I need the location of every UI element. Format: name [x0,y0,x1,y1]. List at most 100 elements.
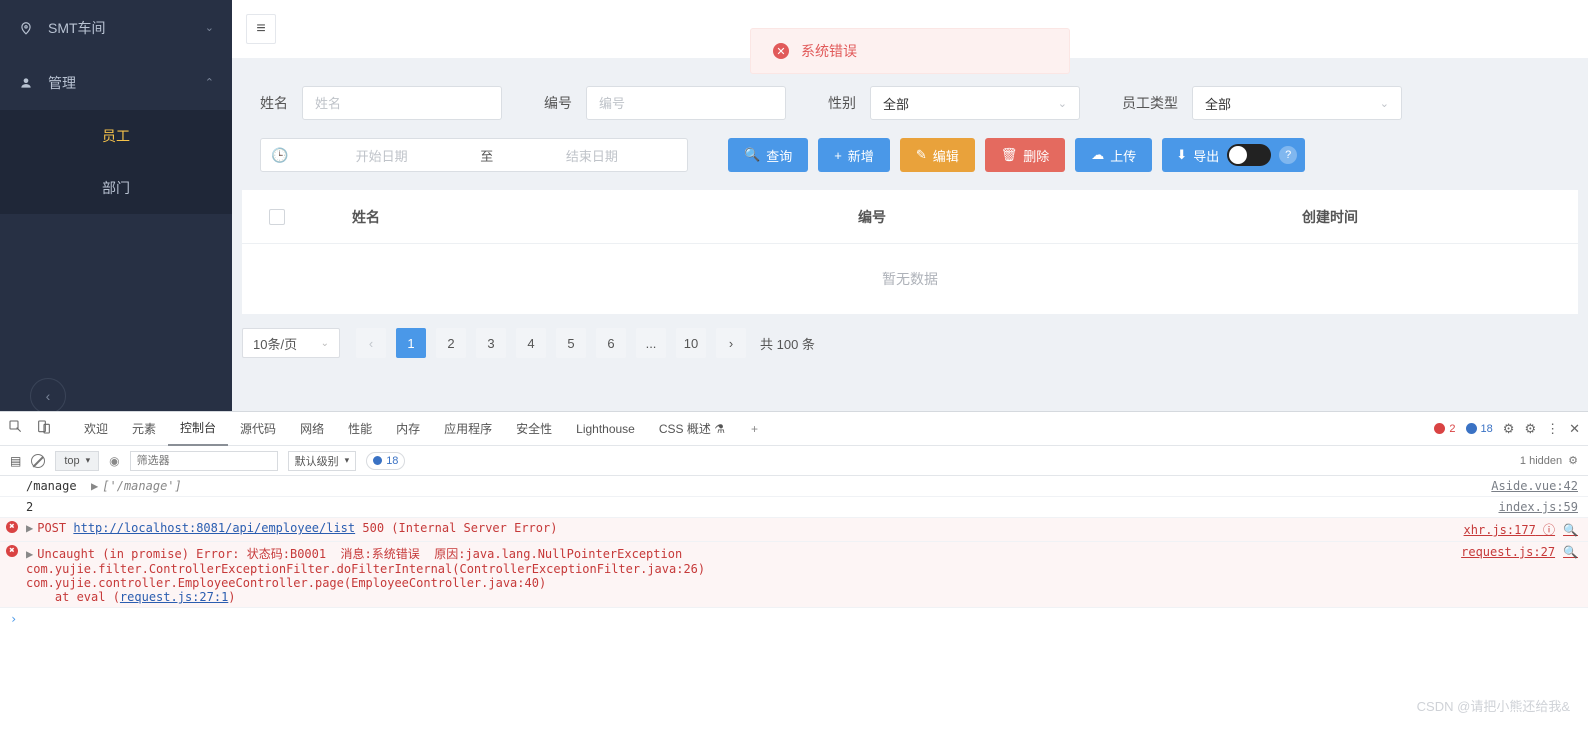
sidebar-item-employee[interactable]: 员工 [0,110,232,162]
user-icon [18,75,34,91]
device-toggle-icon[interactable] [36,419,52,438]
stack-link[interactable]: request.js:27:1 [120,590,228,604]
filter-code: 编号 [544,86,786,120]
console-hidden-count[interactable]: 1 hidden ⚙ [1520,454,1578,467]
export-button[interactable]: ⬇ 导出 ? [1162,138,1305,172]
filter-gender: 性别 全部 ⌄ [828,86,1080,120]
emp-type-select[interactable]: 全部 ⌄ [1192,86,1402,120]
tab-security[interactable]: 安全性 [504,412,564,446]
page-5[interactable]: 5 [556,328,586,358]
devtools-gear-icon[interactable]: ⚙ [1524,421,1536,437]
pagination: 10条/页 ⌄ ‹ 1 2 3 4 5 6 ... 10 › 共 100 条 [242,328,1578,358]
devtools-tabbar: 欢迎 元素 控制台 源代码 网络 性能 内存 应用程序 安全性 Lighthou… [0,412,1588,446]
log-source-link[interactable]: xhr.js:177 ⓘ🔍 [1444,521,1578,538]
sidebar-group-manage[interactable]: 管理 ⌃ [0,55,232,110]
page-next[interactable]: › [716,328,746,358]
help-icon[interactable]: ? [1279,146,1297,164]
log-source-link[interactable]: Aside.vue:42 [1471,479,1578,493]
console-sidebar-toggle[interactable]: ▤ [10,454,21,468]
sidebar-group-smt[interactable]: SMT车间 ⌄ [0,0,232,55]
download-icon: ⬇ [1176,147,1187,163]
error-icon: ✕ [773,43,789,59]
expand-arrow-icon[interactable]: ▶ [26,521,33,535]
chevron-down-icon: ⌄ [205,21,214,34]
error-count-pill[interactable]: 2 [1434,420,1455,438]
tab-css-overview[interactable]: CSS 概述 ⚗ [647,412,737,446]
devtools-close-icon[interactable]: ✕ [1569,421,1580,437]
sidebar-group-label: SMT车间 [48,18,106,38]
console-prompt[interactable]: › [0,608,1588,630]
log-row: 2 index.js:59 [0,497,1588,518]
name-input[interactable] [302,86,502,120]
tab-welcome[interactable]: 欢迎 [72,412,120,446]
main-panel: ≡ ✕ 系统错误 姓名 编号 性别 全部 ⌄ 员工类型 [232,0,1588,411]
tab-console[interactable]: 控制台 [168,412,228,446]
devtools-panel: 欢迎 元素 控制台 源代码 网络 性能 内存 应用程序 安全性 Lighthou… [0,411,1588,731]
tab-network[interactable]: 网络 [288,412,336,446]
sidebar-item-department[interactable]: 部门 [0,162,232,214]
tab-performance[interactable]: 性能 [336,412,384,446]
export-toggle[interactable] [1227,144,1271,166]
gender-select[interactable]: 全部 ⌄ [870,86,1080,120]
console-filter-input[interactable] [130,451,278,471]
hamburger-button[interactable]: ≡ [246,14,276,44]
delete-button[interactable]: 🗑删除 [985,138,1066,172]
devtools-settings-icon[interactable]: ⚙ [1503,421,1515,437]
search-icon: 🔍 [744,147,760,163]
tab-elements[interactable]: 元素 [120,412,168,446]
checkbox-all[interactable] [242,209,312,225]
log-source-link[interactable]: index.js:59 [1479,500,1578,514]
devtools-more-icon[interactable]: ⋮ [1546,421,1559,437]
select-element-icon[interactable] [8,419,24,438]
tab-application[interactable]: 应用程序 [432,412,504,446]
console-level-select[interactable]: 默认级别 [288,451,357,471]
tab-memory[interactable]: 内存 [384,412,432,446]
log-row: /manage ▶['/manage'] Aside.vue:42 [0,476,1588,497]
more-tabs-button[interactable]: + [751,422,758,436]
console-clear-icon[interactable] [31,454,45,468]
page-size-select[interactable]: 10条/页 ⌄ [242,328,340,358]
devtools-right: 2 18 ⚙ ⚙ ⋮ ✕ [1434,420,1580,438]
code-input[interactable] [586,86,786,120]
page-ellipsis[interactable]: ... [636,328,666,358]
magnify-icon[interactable]: 🔍 [1563,523,1578,537]
page-2[interactable]: 2 [436,328,466,358]
upload-button[interactable]: ☁上传 [1075,138,1152,172]
info-count-pill[interactable]: 18 [1466,420,1493,438]
chevron-up-icon: ⌃ [205,76,214,89]
chevron-down-icon: ⌄ [1058,97,1067,110]
sidebar-collapse-button[interactable]: ‹ [30,378,66,414]
sidebar: SMT车间 ⌄ 管理 ⌃ 员工 部门 ‹ [0,0,232,411]
query-button[interactable]: 🔍查询 [728,138,808,172]
date-range-picker[interactable]: 🕒 开始日期 至 结束日期 [260,138,688,172]
action-row: 🕒 开始日期 至 结束日期 🔍查询 +新增 ✎编辑 🗑删除 ☁上传 ⬇ 导出 ? [260,138,1578,172]
magnify-icon[interactable]: 🔍 [1563,545,1578,559]
th-created: 创建时间 [1082,207,1578,227]
console-scope-select[interactable]: top [55,451,99,471]
page-3[interactable]: 3 [476,328,506,358]
page-10[interactable]: 10 [676,328,706,358]
log-row-error: ▶Uncaught (in promise) Error: 状态码:B0001 … [0,542,1588,608]
console-body[interactable]: /manage ▶['/manage'] Aside.vue:42 2 inde… [0,476,1588,731]
page-6[interactable]: 6 [596,328,626,358]
filter-label: 编号 [544,93,572,113]
cloud-upload-icon: ☁ [1091,147,1104,163]
expand-arrow-icon[interactable]: ▶ [26,547,33,561]
tab-lighthouse[interactable]: Lighthouse [564,412,647,446]
page-1[interactable]: 1 [396,328,426,358]
edit-button[interactable]: ✎编辑 [900,138,975,172]
log-source-link[interactable]: request.js:27🔍 [1441,545,1578,604]
page-prev[interactable]: ‹ [356,328,386,358]
request-url-link[interactable]: http://localhost:8081/api/employee/list [73,521,355,535]
expand-arrow-icon[interactable]: ▶ [91,479,98,493]
add-button[interactable]: +新增 [818,138,890,172]
table-header: 姓名 编号 创建时间 [242,190,1578,244]
live-expression-icon[interactable]: ◉ [109,454,119,468]
date-start-ph: 开始日期 [296,146,466,165]
page-4[interactable]: 4 [516,328,546,358]
error-banner-text: 系统错误 [801,41,857,61]
filter-emp-type: 员工类型 全部 ⌄ [1122,86,1402,120]
tab-sources[interactable]: 源代码 [228,412,288,446]
console-issue-badge[interactable]: 18 [366,452,405,470]
gear-icon: ⚙ [1568,454,1578,467]
